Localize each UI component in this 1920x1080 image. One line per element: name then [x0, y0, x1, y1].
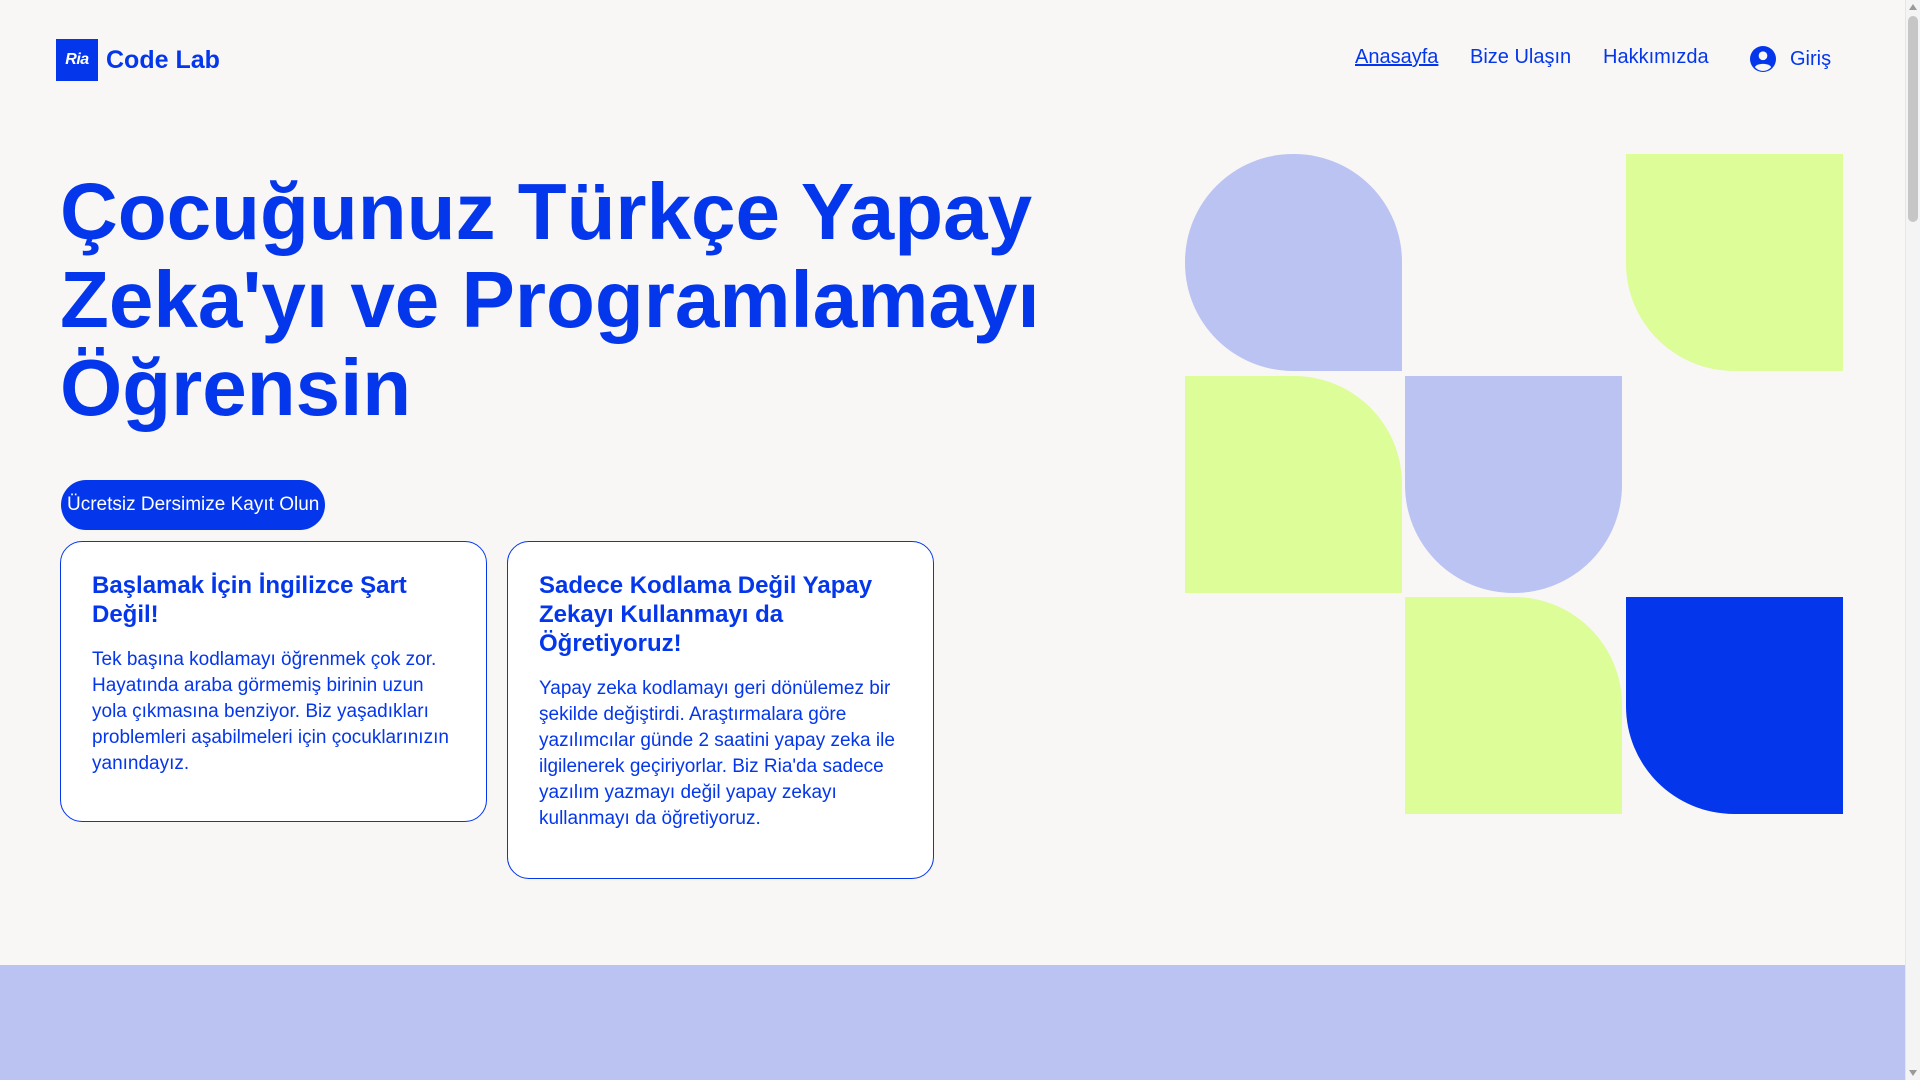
decorative-shapes [1185, 154, 1845, 814]
free-lesson-signup-button[interactable]: Ücretsiz Dersimize Kayıt Olun [61, 480, 326, 530]
feature-card-no-english: Başlamak İçin İngilizce Şart Değil! Tek … [60, 541, 487, 822]
page-scrollbar[interactable] [1905, 0, 1920, 1080]
shape-lime-bottom-center [1405, 597, 1622, 814]
nav-about-link[interactable]: Hakkımızda [1603, 46, 1709, 69]
nav-contact-link[interactable]: Bize Ulaşın [1470, 46, 1571, 69]
shape-lavender-mid-center [1405, 376, 1622, 593]
page: Ria Code Lab Anasayfa Bize Ulaşın Hakkım… [0, 0, 1905, 1080]
login-button[interactable]: Giriş [1750, 46, 1831, 72]
scroll-up-arrow-icon[interactable] [1909, 4, 1917, 10]
feature-card-title: Başlamak İçin İngilizce Şart Değil! [92, 572, 407, 628]
next-section-band [0, 965, 1905, 1080]
brand-name: Code Lab [106, 45, 220, 74]
feature-card-ai-usage: Sadece Kodlama Değil Yapay Zekayı Kullan… [507, 541, 934, 879]
feature-card-text: Tek başına kodlamayı öğrenmek çok zor. H… [92, 649, 449, 774]
shape-blue-bottom-right [1626, 597, 1843, 814]
user-circle-icon [1750, 46, 1776, 72]
scrollbar-thumb[interactable] [1908, 16, 1918, 222]
hero-title: Çocuğunuz Türkçe Yapay Zeka'yı ve Progra… [60, 167, 1040, 432]
shape-lime-mid-left [1185, 376, 1402, 593]
brand-logo[interactable]: Ria Code Lab [56, 39, 220, 81]
scroll-down-arrow-icon[interactable] [1909, 1070, 1917, 1076]
feature-card-text: Yapay zeka kodlamayı geri dönülemez bir … [539, 678, 895, 829]
shape-lime-top-right [1626, 154, 1843, 371]
nav-home-link[interactable]: Anasayfa [1355, 46, 1438, 69]
feature-card-title: Sadece Kodlama Değil Yapay Zekayı Kullan… [539, 572, 873, 657]
login-label: Giriş [1790, 47, 1832, 70]
shape-lavender-top-left [1185, 154, 1402, 371]
logo-mark-icon: Ria [56, 39, 98, 81]
